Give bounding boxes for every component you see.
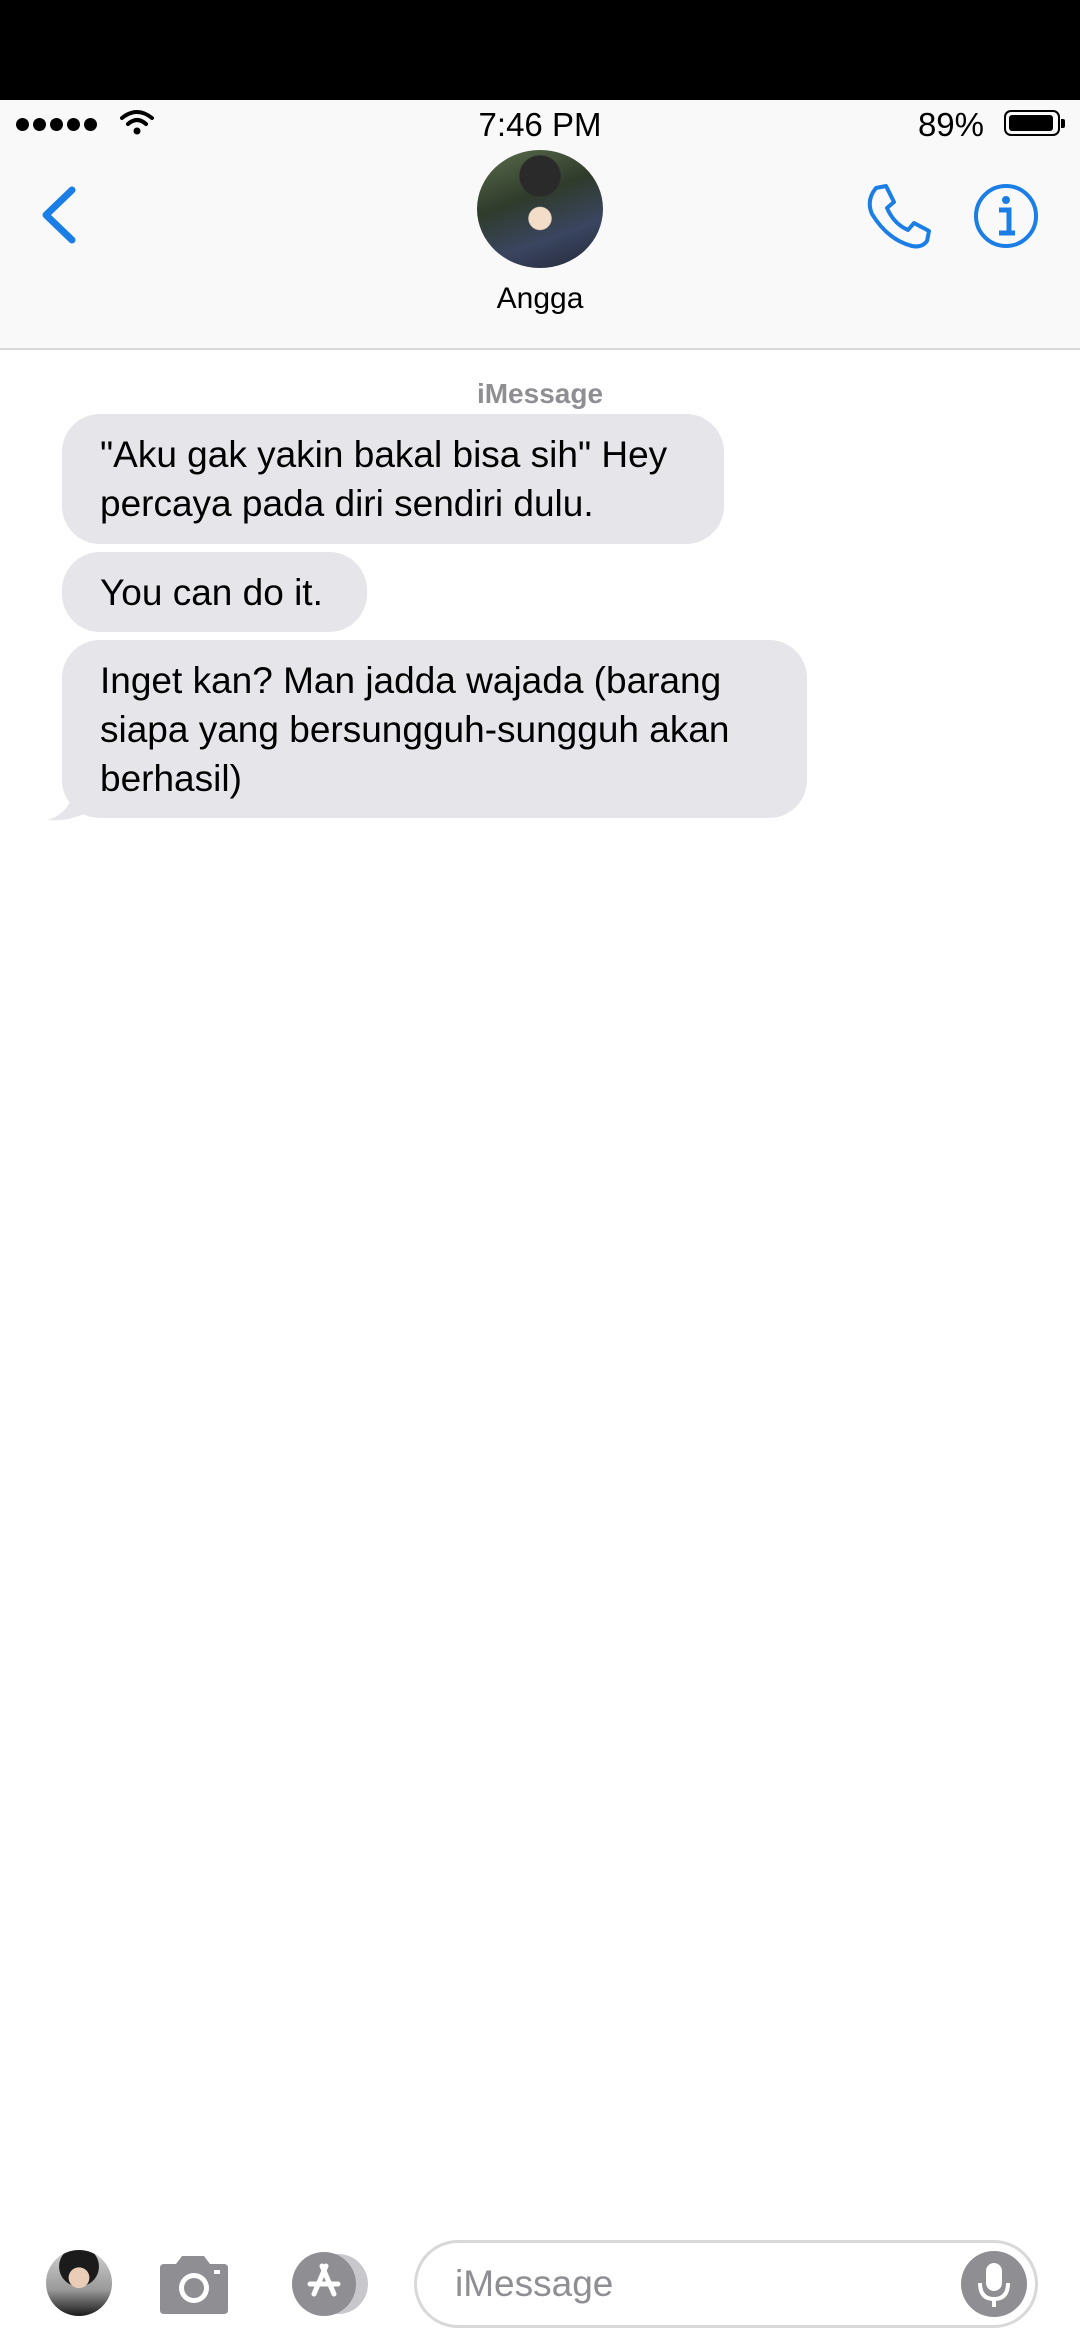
message-bubble[interactable]: You can do it.	[62, 552, 367, 632]
contact-name[interactable]: Angga	[0, 282, 1080, 316]
status-bar: 7:46 PM 89%	[0, 100, 1080, 150]
top-black-bar	[0, 0, 1080, 100]
message-text: Inget kan? Man jadda wajada (barang siap…	[100, 659, 730, 799]
message-bubble[interactable]: "Aku gak yakin bakal bisa sih" Hey perca…	[62, 414, 724, 544]
message-bubble[interactable]: Inget kan? Man jadda wajada (barang siap…	[62, 640, 807, 818]
camera-icon[interactable]	[156, 2252, 232, 2316]
message-text: "Aku gak yakin bakal bisa sih" Hey perca…	[100, 434, 668, 524]
conversation-header: Angga	[0, 150, 1080, 350]
phone-icon[interactable]	[862, 180, 934, 252]
input-placeholder: iMessage	[455, 2263, 614, 2304]
info-icon[interactable]	[972, 182, 1040, 250]
user-avatar[interactable]	[46, 2250, 112, 2316]
message-input[interactable]: iMessage	[414, 2240, 1038, 2328]
service-label: iMessage	[476, 378, 604, 409]
microphone-icon[interactable]	[961, 2251, 1027, 2317]
contact-avatar[interactable]	[477, 150, 603, 268]
battery-percentage: 89%	[917, 106, 984, 143]
message-text: You can do it.	[100, 571, 323, 613]
message-input-bar: iMessage	[0, 2230, 1080, 2340]
bubble-tail	[48, 786, 94, 821]
chevron-left-icon[interactable]	[32, 180, 92, 250]
app-store-icon[interactable]	[284, 2250, 376, 2318]
battery-icon	[1004, 110, 1065, 136]
